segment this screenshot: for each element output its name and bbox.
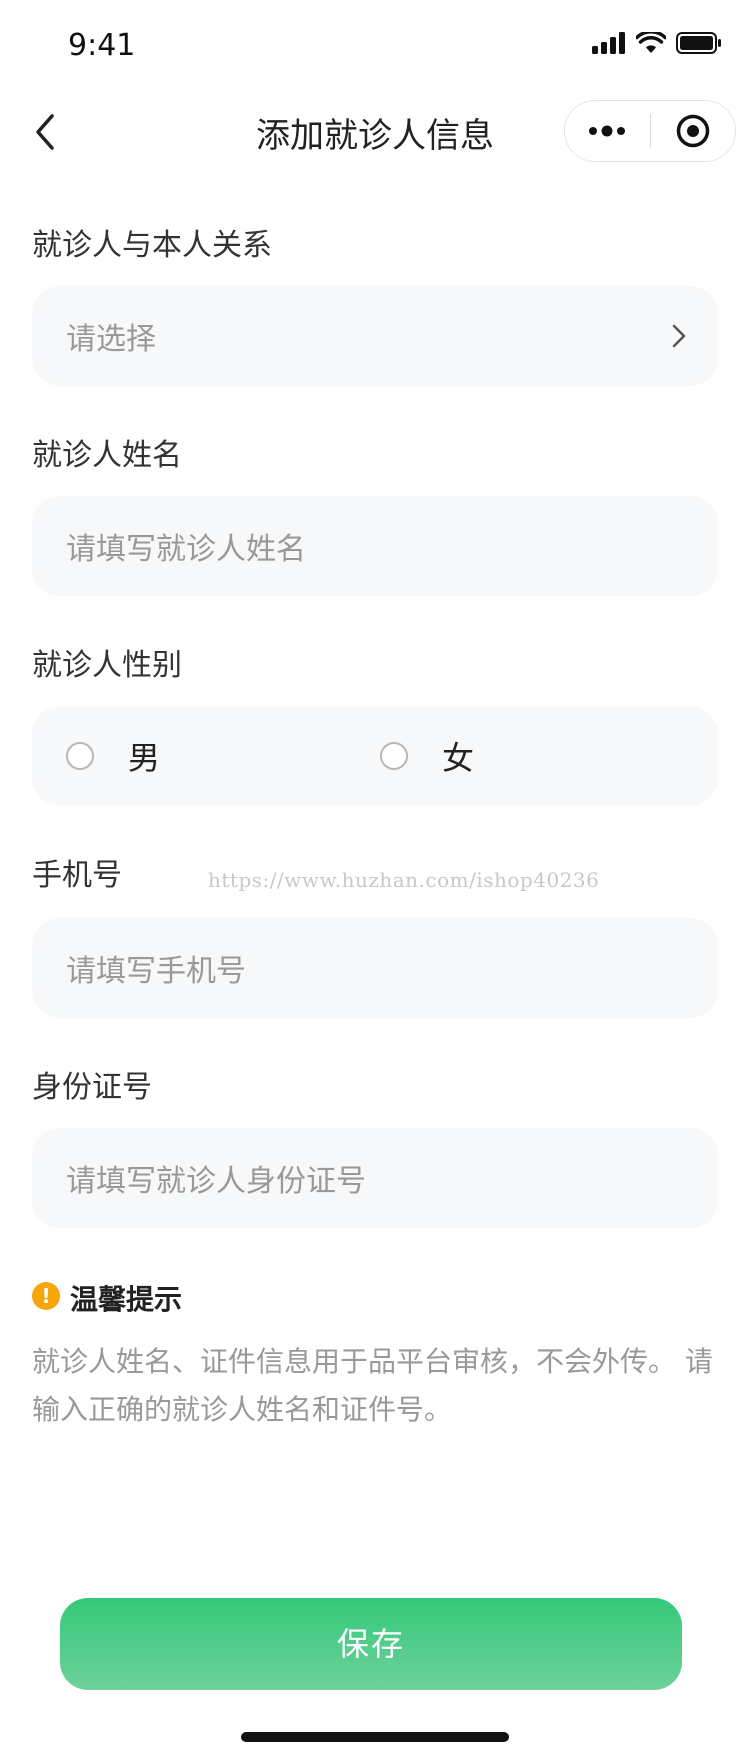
status-time: 9:41 xyxy=(68,28,136,63)
radio-circle-icon xyxy=(66,742,94,770)
gender-group: 男 女 xyxy=(32,706,718,806)
gender-option-male[interactable]: 男 xyxy=(66,706,160,806)
name-placeholder: 请填写就诊人姓名 xyxy=(66,532,306,567)
back-button[interactable] xyxy=(28,108,64,156)
relation-placeholder: 请选择 xyxy=(66,322,156,357)
id-number-placeholder: 请填写就诊人身份证号 xyxy=(66,1164,366,1199)
gender-option-label: 男 xyxy=(128,739,161,777)
radio-circle-icon xyxy=(380,742,408,770)
chevron-right-icon xyxy=(672,324,686,348)
status-icons xyxy=(592,32,722,54)
id-number-input[interactable]: 请填写就诊人身份证号 xyxy=(32,1128,718,1228)
target-circle-icon xyxy=(676,114,709,148)
id-number-label: 身份证号 xyxy=(32,1070,152,1105)
relation-label: 就诊人与本人关系 xyxy=(32,228,272,263)
mini-program-capsule xyxy=(564,100,736,162)
phone-placeholder: 请填写手机号 xyxy=(66,954,246,989)
relation-select[interactable]: 请选择 xyxy=(32,286,718,386)
save-button[interactable]: 保存 xyxy=(60,1598,682,1690)
gender-label: 就诊人性别 xyxy=(32,648,182,683)
chevron-left-icon xyxy=(36,114,54,150)
name-label: 就诊人姓名 xyxy=(32,438,182,473)
tip-title: 温馨提示 xyxy=(70,1283,183,1316)
wifi-icon xyxy=(636,32,666,53)
battery-icon xyxy=(676,32,721,54)
gender-option-female[interactable]: 女 xyxy=(380,706,474,806)
signal-icon xyxy=(592,32,625,54)
close-mini-program-button[interactable] xyxy=(651,101,736,161)
watermark-text: https://www.huzhan.com/ishop40236 xyxy=(208,868,600,892)
tip-body: 就诊人姓名、证件信息用于品平台审核，不会外传。 请输入正确的就诊人姓名和证件号。 xyxy=(32,1345,713,1426)
phone-input[interactable]: 请填写手机号 xyxy=(32,918,718,1018)
phone-label: 手机号 xyxy=(32,858,122,893)
gender-option-label: 女 xyxy=(442,739,475,777)
more-dots-icon xyxy=(589,125,626,137)
warning-icon: ! xyxy=(32,1282,60,1310)
home-indicator xyxy=(241,1732,509,1742)
name-input[interactable]: 请填写就诊人姓名 xyxy=(32,496,718,596)
more-button[interactable] xyxy=(565,101,650,161)
